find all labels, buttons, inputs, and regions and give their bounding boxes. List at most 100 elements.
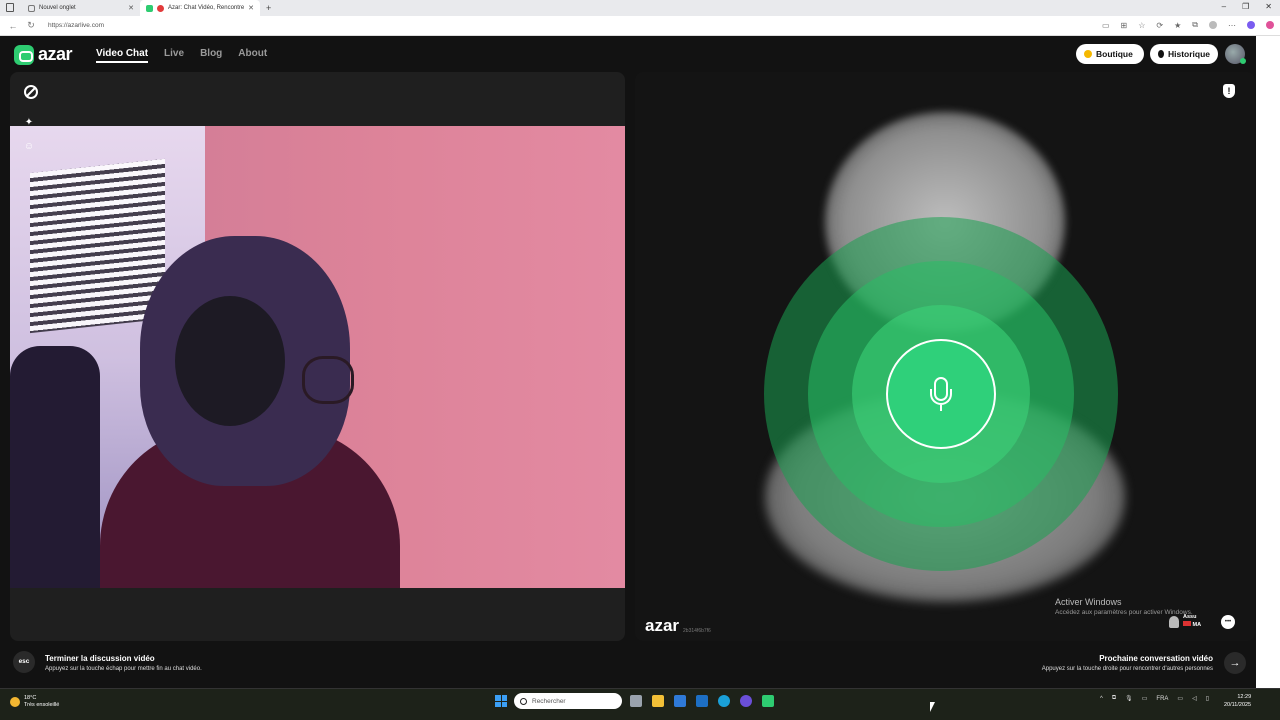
file-explorer-icon[interactable] xyxy=(652,695,664,707)
app-icon[interactable]: ⊞ xyxy=(1121,21,1128,30)
page-icon xyxy=(28,4,35,12)
browser-tabbar: Nouvel onglet ✕ Azar: Chat Vidéo, Rencon… xyxy=(0,0,1280,16)
more-icon[interactable]: ⋯ xyxy=(1228,21,1236,30)
microphone-stand xyxy=(930,389,952,405)
face-mask-icon[interactable]: ☺ xyxy=(22,140,36,154)
headphone xyxy=(175,296,285,426)
sparkle-effects-icon[interactable]: ✦ xyxy=(22,116,36,130)
historique-label: Historique xyxy=(1167,49,1210,59)
windows-taskbar: 18°C Très ensoleillé Rechercher ^ ⧉ 🎙 ▭ … xyxy=(0,688,1280,720)
messenger-icon[interactable] xyxy=(740,695,752,707)
extension-icon[interactable] xyxy=(1266,21,1274,29)
browser-sidebar xyxy=(1256,36,1280,688)
partner-country: MA xyxy=(1192,622,1202,628)
partner-text: Assu MA xyxy=(1183,614,1201,629)
weather-desc: Très ensoleillé xyxy=(24,702,60,708)
azar-favicon-icon xyxy=(146,4,153,12)
copilot-icon[interactable] xyxy=(1247,21,1255,29)
window-shutter xyxy=(30,158,165,334)
gem-icon xyxy=(1084,50,1092,58)
outlook-icon[interactable] xyxy=(696,695,708,707)
chat-icon[interactable]: ••• xyxy=(1221,615,1235,629)
historique-button[interactable]: Historique xyxy=(1150,44,1218,64)
weather-temp: 18°C xyxy=(24,695,37,701)
volume-icon[interactable]: ◁ xyxy=(1192,695,1197,702)
system-tray: ^ ⧉ 🎙 ▭ FRA ▭ ◁ ▯ xyxy=(1100,695,1209,702)
window-controls: – ❐ ✕ xyxy=(1222,2,1272,11)
windows-start-icon[interactable] xyxy=(495,695,507,707)
self-camera-feed xyxy=(10,126,625,588)
back-icon[interactable]: ← xyxy=(8,21,18,31)
minimize-icon[interactable]: – xyxy=(1222,2,1226,11)
boutique-label: Boutique xyxy=(1096,49,1133,59)
taskbar-clock[interactable]: 12:29 20/11/2025 xyxy=(1224,693,1251,709)
search-icon xyxy=(520,697,527,705)
close-icon[interactable]: ✕ xyxy=(128,4,134,12)
watermark-logo: azar xyxy=(645,616,680,635)
close-icon[interactable]: ✕ xyxy=(248,4,254,12)
person-icon xyxy=(1169,615,1179,628)
camera-off-icon[interactable] xyxy=(24,85,38,99)
profile-icon[interactable] xyxy=(1209,21,1217,29)
microphone-base xyxy=(940,405,942,411)
next-chat-hint: Appuyez sur la touche droite pour rencon… xyxy=(1041,666,1213,672)
tab-label: Azar: Chat Vidéo, Rencontre xyxy=(168,5,245,11)
nav-video-chat[interactable]: Video Chat xyxy=(96,48,149,63)
microphone-tray-icon[interactable]: 🎙 xyxy=(1125,695,1133,702)
chevron-up-icon[interactable]: ^ xyxy=(1100,696,1103,702)
edge-icon[interactable] xyxy=(718,695,730,707)
search-placeholder: Rechercher xyxy=(532,697,566,705)
main-nav: Video Chat Live Blog About xyxy=(96,48,267,63)
weather-text: 18°C Très ensoleillé xyxy=(24,695,59,709)
activation-hint: Accédez aux paramètres pour activer Wind… xyxy=(1055,609,1193,616)
flag-icon xyxy=(1183,621,1191,626)
tab-actions-icon[interactable] xyxy=(6,3,14,12)
date: 20/11/2025 xyxy=(1224,702,1252,708)
end-chat-button[interactable]: esc xyxy=(13,651,35,673)
logo-icon xyxy=(14,44,34,65)
close-window-icon[interactable]: ✕ xyxy=(1265,2,1272,11)
watermark-id: 2b314f6b7f6 xyxy=(683,628,711,634)
reader-icon[interactable]: ▭ xyxy=(1102,21,1110,30)
logo-text: azar xyxy=(38,44,73,64)
azar-logo[interactable]: azar xyxy=(14,44,73,65)
chair xyxy=(10,346,100,588)
store-icon[interactable] xyxy=(674,695,686,707)
task-view-icon[interactable] xyxy=(630,695,642,707)
refresh-icon[interactable]: ↻ xyxy=(26,20,36,31)
taskbar-apps xyxy=(630,695,774,707)
report-shield-icon[interactable]: ! xyxy=(1223,84,1235,98)
url-field[interactable]: https://azarlive.com xyxy=(48,22,104,29)
new-tab-button[interactable]: + xyxy=(266,3,271,13)
nav-live[interactable]: Live xyxy=(164,48,184,63)
sun-icon xyxy=(10,697,20,707)
end-chat-title: Terminer la discussion vidéo xyxy=(45,654,155,663)
voice-indicator xyxy=(886,339,996,449)
maximize-icon[interactable]: ❐ xyxy=(1242,2,1249,11)
azar-watermark: azar 2b314f6b7f6 xyxy=(645,616,711,636)
next-chat-button[interactable]: → xyxy=(1224,652,1246,674)
mouse-cursor-icon xyxy=(930,702,935,712)
glasses xyxy=(302,356,354,404)
collections-icon[interactable]: ⧉ xyxy=(1192,20,1198,30)
language-indicator[interactable]: FRA xyxy=(1156,696,1168,702)
monitor-icon[interactable]: ▭ xyxy=(1177,695,1183,702)
keyboard-icon[interactable]: ▭ xyxy=(1142,695,1148,702)
weather-widget[interactable]: 18°C Très ensoleillé xyxy=(10,695,59,709)
battery-icon[interactable]: ▯ xyxy=(1206,695,1209,702)
camera-tools: ✦ ☺ xyxy=(20,116,38,176)
tab-azar[interactable]: Azar: Chat Vidéo, Rencontre ✕ xyxy=(140,0,260,16)
extensions-icon[interactable]: ⟳ xyxy=(1156,21,1163,30)
partner-info[interactable]: Assu MA xyxy=(1169,614,1201,629)
bottom-controls: esc Terminer la discussion vidéo Appuyez… xyxy=(0,641,1258,688)
azar-app-icon[interactable] xyxy=(762,695,774,707)
nav-about[interactable]: About xyxy=(238,48,267,63)
nav-blog[interactable]: Blog xyxy=(200,48,222,63)
favorites-icon[interactable]: ★ xyxy=(1174,21,1181,30)
tab-new[interactable]: Nouvel onglet ✕ xyxy=(22,0,140,16)
app-header: azar Video Chat Live Blog About Boutique… xyxy=(0,36,1258,72)
network-icon[interactable]: ⧉ xyxy=(1112,695,1116,702)
favorite-star-icon[interactable]: ☆ xyxy=(1138,21,1145,30)
boutique-button[interactable]: Boutique xyxy=(1076,44,1144,64)
taskbar-search[interactable]: Rechercher xyxy=(514,693,622,709)
